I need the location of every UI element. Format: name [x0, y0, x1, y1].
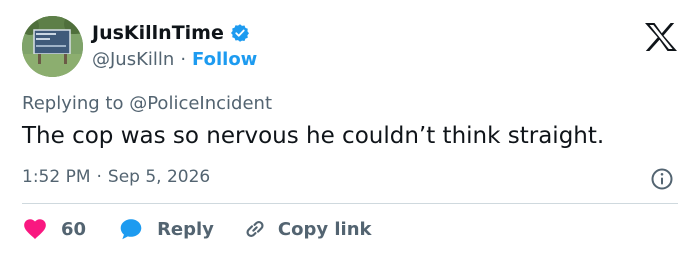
copy-link-label: Copy link	[277, 218, 372, 240]
author-name-row: JusKillnTime	[92, 22, 250, 44]
divider	[22, 203, 678, 204]
tweet-timestamp[interactable]: 1:52 PM · Sep 5, 2026	[22, 167, 210, 187]
copy-link-button[interactable]: Copy link	[242, 216, 372, 242]
timestamp-separator: ·	[96, 167, 102, 187]
reply-button[interactable]: Reply	[118, 216, 214, 242]
user-handle[interactable]: @JusKilln	[92, 49, 174, 70]
reply-context: Replying to @PoliceIncident	[22, 93, 272, 114]
handle-row: @JusKilln · Follow	[92, 49, 257, 70]
tweet-date: Sep 5, 2026	[107, 167, 211, 187]
reply-bubble-icon	[120, 219, 142, 240]
reply-prefix: Replying to	[22, 93, 124, 114]
follow-button[interactable]: Follow	[192, 49, 257, 70]
tweet-time: 1:52 PM	[22, 167, 91, 187]
display-name[interactable]: JusKillnTime	[92, 22, 224, 44]
x-logo-icon[interactable]	[644, 22, 678, 52]
tweet-text: The cop was so nervous he couldn’t think…	[22, 123, 605, 149]
reply-label: Reply	[157, 218, 214, 240]
avatar[interactable]	[22, 16, 83, 77]
link-icon	[246, 221, 264, 237]
like-button[interactable]: 60	[22, 216, 86, 242]
handle-separator: ·	[180, 49, 187, 70]
action-bar: 60 Reply Copy link	[22, 216, 372, 242]
verified-badge-icon	[230, 24, 249, 42]
reply-mention-link[interactable]: @PoliceIncident	[129, 93, 272, 114]
heart-icon	[24, 219, 46, 239]
info-icon[interactable]	[650, 167, 674, 191]
like-count: 60	[61, 218, 87, 240]
